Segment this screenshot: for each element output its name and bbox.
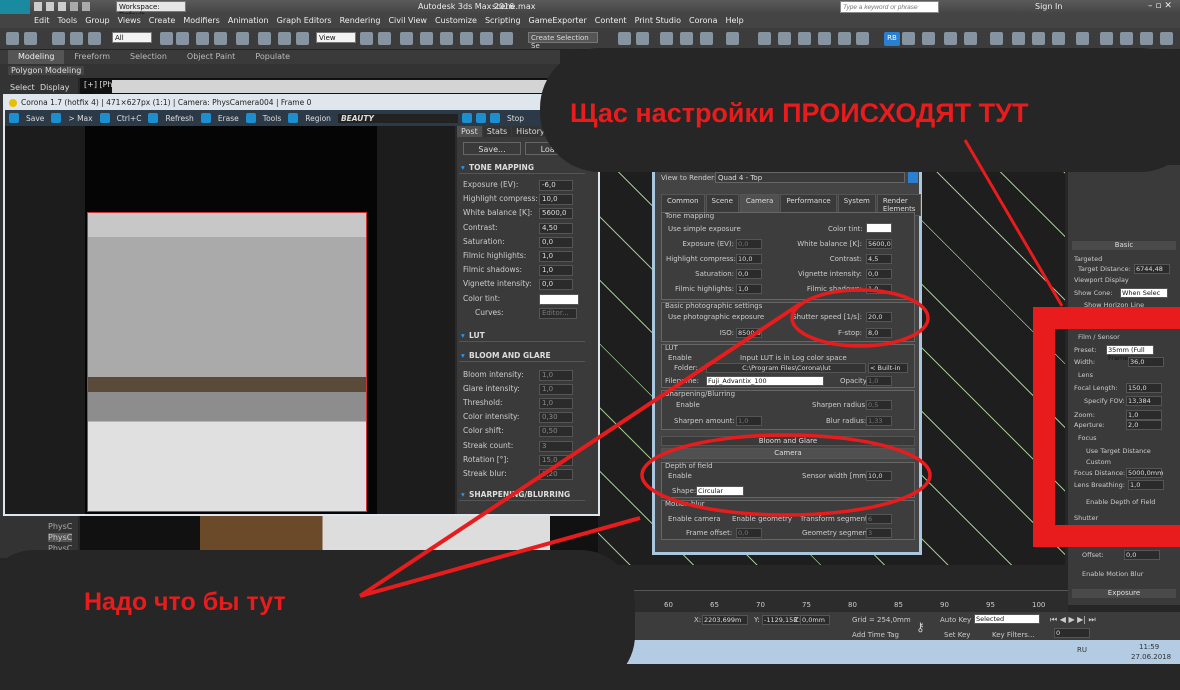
- annotation-circle-dof: [640, 433, 932, 517]
- annotation-arrow-line: [358, 302, 802, 598]
- annotation-rect-camera-params: [1033, 307, 1180, 547]
- annotation-marks: [358, 139, 1180, 598]
- annotation-circle-shutter: [790, 288, 930, 348]
- annotation-arrow-line: [963, 139, 1064, 307]
- annotation-arrow-line: [359, 516, 641, 598]
